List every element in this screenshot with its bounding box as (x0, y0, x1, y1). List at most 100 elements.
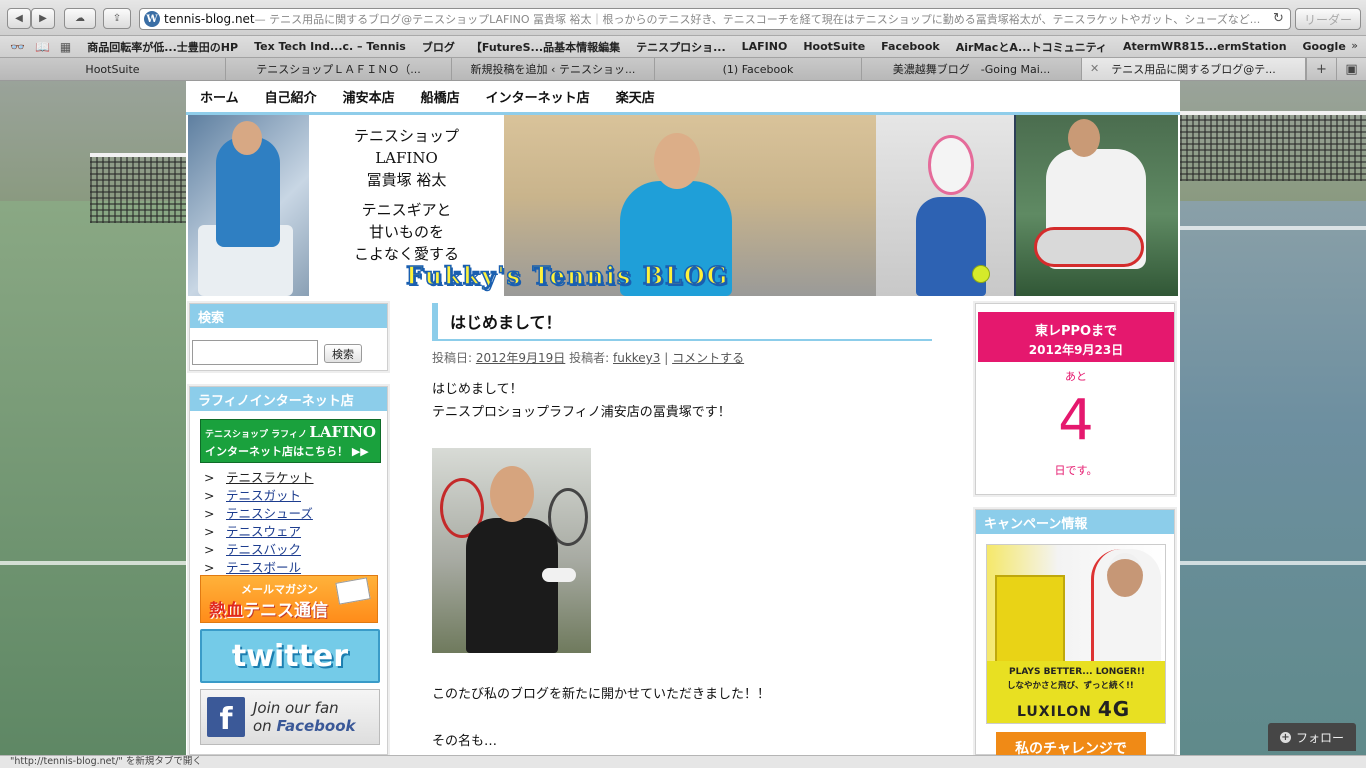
browser-tab[interactable]: HootSuite (0, 58, 226, 80)
grid-icon: ▣ (1345, 61, 1358, 77)
court-line (1180, 561, 1366, 565)
tennis-net (90, 153, 186, 223)
countdown-widget: 東レPPOまで 2012年9月23日 あと 4 日です。 (975, 303, 1175, 495)
shop-widget-title: ラフィノインターネット店 (190, 387, 387, 411)
banner-text: Facebook (276, 717, 356, 735)
tagline-line: LAFINO (375, 149, 438, 167)
tab-label: HootSuite (85, 62, 140, 76)
chevron-right-icon: ▶ (39, 13, 47, 24)
post-date-link[interactable]: 2012年9月19日 (476, 351, 565, 365)
plus-icon: + (1279, 731, 1291, 743)
forward-button[interactable]: ▶ (31, 8, 55, 29)
facebook-banner[interactable]: f Join our fan on Facebook (200, 689, 380, 745)
browser-tab[interactable]: テニスショップＬＡＦＩＮＯ（... (226, 58, 452, 80)
browser-tab[interactable]: 新規投稿を追加 ‹ テニスショッ... (452, 58, 655, 80)
browser-tab[interactable]: (1) Facebook (655, 58, 862, 80)
post-meta: 投稿日: 2012年9月19日 投稿者: fukkey3 | コメントする (432, 349, 932, 366)
luxilon-campaign-ad[interactable]: PLAYS BETTER... LONGER!! しなやかさと飛び、ずっと続く!… (986, 544, 1166, 724)
search-input[interactable] (192, 340, 318, 365)
campaign-widget: キャンペーン情報 PLAYS BETTER... LONGER!! しなやかさと… (975, 509, 1175, 755)
cloud-icon: ☁ (75, 13, 85, 24)
book-icon[interactable]: 📖 (35, 40, 50, 54)
tagline-line: テニスショップ (353, 127, 459, 145)
bookmark-item[interactable]: AtermWR815...ermStation (1123, 40, 1287, 53)
tab-label: テニス用品に関するブログ@テ... (1111, 63, 1276, 76)
bookmark-item[interactable]: テニスプロショ... (636, 39, 726, 55)
link-tennis-gut[interactable]: テニスガット (226, 487, 301, 505)
bookmark-item[interactable]: 【FutureS...品基本情報編集 (471, 39, 620, 55)
countdown-prefix: あと (1065, 370, 1087, 383)
header-photo-costume (876, 115, 1014, 296)
back-button[interactable]: ◀ (7, 8, 31, 29)
nav-rakuten[interactable]: 楽天店 (616, 87, 655, 106)
arrow-icon: > (204, 488, 215, 503)
bookmark-item[interactable]: ブログ (422, 39, 455, 55)
new-tab-button[interactable]: + (1306, 58, 1336, 80)
follow-button[interactable]: + フォロー (1268, 723, 1356, 751)
twitter-banner[interactable]: twitter (200, 629, 380, 683)
share-icon: ⇪ (112, 13, 122, 24)
header-banner[interactable]: テニスショップ LAFINO 冨貴塚 裕太 テニスギアと 甘いものを こよなく愛… (188, 115, 1178, 296)
ad-text: しなやかさと飛び、ずっと続く!! (1007, 681, 1134, 691)
address-bar[interactable]: W tennis-blog.net — テニス用品に関するブログ@テニスショップ… (139, 8, 1291, 30)
nav-urayasu[interactable]: 浦安本店 (343, 87, 395, 106)
link-tennis-bag[interactable]: テニスバック (226, 541, 301, 559)
bookmark-item[interactable]: Tex Tech Ind...c. – Tennis (254, 40, 406, 53)
post-paragraph: このたび私のブログを新たに開かせていただきました！！ (432, 687, 771, 702)
banner-text: インターネット店はこちら！ ▶▶ (205, 445, 369, 458)
countdown-number: 4 (1058, 388, 1094, 453)
close-tab-icon[interactable]: ✕ (1090, 62, 1099, 75)
list-item: > テニスシューズ (204, 505, 314, 523)
follow-label: フォロー (1295, 730, 1344, 745)
link-tennis-racket[interactable]: テニスラケット (226, 469, 314, 487)
browser-tab-active[interactable]: ✕ テニス用品に関するブログ@テ... (1082, 58, 1306, 80)
chevron-left-icon: ◀ (15, 13, 23, 24)
post-author-link[interactable]: fukkey3 (613, 351, 660, 365)
post-title: はじめまして！ (432, 303, 932, 341)
banner-text: テニスショップ ラフィノ (205, 430, 307, 440)
mail-magazine-banner[interactable]: メールマガジン 熱血テニス通信 (200, 575, 378, 623)
glasses-icon[interactable]: 👓 (10, 40, 25, 54)
header-photo-stringing (188, 115, 309, 296)
url-host: tennis-blog.net (164, 12, 255, 26)
icloud-tabs-button[interactable]: ☁ (64, 8, 96, 29)
bookmark-item[interactable]: Facebook (881, 40, 940, 53)
tab-label: 美濃越舞ブログ -Going Mai... (892, 63, 1051, 76)
link-tennis-wear[interactable]: テニスウェア (226, 523, 301, 541)
banner-text: テニス通信 (243, 601, 328, 621)
blog-post: はじめまして！ 投稿日: 2012年9月19日 投稿者: fukkey3 | コ… (432, 303, 932, 753)
nav-funabashi[interactable]: 船橋店 (421, 87, 460, 106)
arrow-icon: > (204, 524, 215, 539)
search-button[interactable]: 検索 (324, 344, 362, 363)
envelope-icon (335, 577, 371, 605)
browser-toolbar: ◀ ▶ ☁ ⇪ W tennis-blog.net — テニス用品に関するブログ… (0, 0, 1366, 36)
header-photo-bag (1016, 115, 1178, 296)
bookmark-item[interactable]: 商品回転率が低...士豊田のHP (87, 39, 238, 55)
lafino-logo: LAFINO (309, 423, 376, 441)
challenge-banner[interactable]: 私のチャレンジで (996, 732, 1146, 755)
bookmark-item[interactable]: Google (1303, 40, 1346, 53)
nav-home[interactable]: ホーム (200, 87, 239, 106)
reload-icon[interactable]: ↻ (1273, 11, 1284, 26)
post-photo[interactable] (432, 448, 591, 653)
lafino-internet-store-banner[interactable]: テニスショップ ラフィノ LAFINO インターネット店はこちら！ ▶▶ (200, 419, 381, 463)
post-paragraph: その名も… (432, 734, 498, 749)
bookmark-item[interactable]: AirMacとA...トコミュニティ (956, 39, 1107, 55)
nav-profile[interactable]: 自己紹介 (265, 87, 317, 106)
tab-overview-button[interactable]: ▣ (1336, 58, 1366, 80)
browser-tab[interactable]: 美濃越舞ブログ -Going Mai... (862, 58, 1082, 80)
photo-person (466, 518, 558, 653)
nav-internet-store[interactable]: インターネット店 (486, 87, 590, 106)
bookmark-item[interactable]: HootSuite (803, 40, 865, 53)
banner-text: 熱血 (209, 601, 243, 621)
share-button[interactable]: ⇪ (103, 8, 131, 29)
bookmark-item[interactable]: LAFINO (742, 40, 788, 53)
reader-button[interactable]: リーダー (1295, 8, 1361, 30)
bookmarks-overflow[interactable]: » (1351, 39, 1358, 52)
grid-icon[interactable]: ▦ (60, 40, 71, 54)
link-tennis-shoes[interactable]: テニスシューズ (226, 505, 313, 523)
arrow-icon: > (204, 506, 215, 521)
page-viewport[interactable]: ホーム 自己紹介 浦安本店 船橋店 インターネット店 楽天店 テニスショップ L… (0, 81, 1366, 755)
blog-title-logo: Fukky's Tennis BLOG (405, 260, 730, 291)
comment-link[interactable]: コメントする (672, 351, 744, 365)
